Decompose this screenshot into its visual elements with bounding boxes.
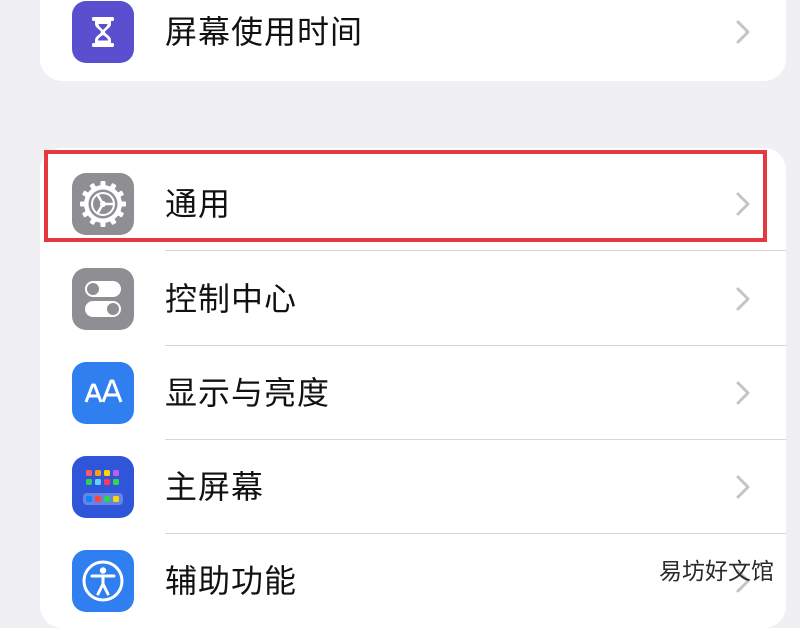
settings-row-home-screen[interactable]: 主屏幕 (40, 440, 786, 534)
text-size-icon (72, 362, 134, 424)
settings-row-label: 主屏幕 (165, 468, 265, 506)
highlight-box (44, 150, 767, 242)
watermark-text: 易坊好文馆 (659, 559, 774, 585)
settings-row-label: 显示与亮度 (165, 374, 331, 412)
chevron-right-icon (736, 475, 750, 499)
settings-row-label: 辅助功能 (165, 562, 298, 600)
settings-row-screen-time[interactable]: 屏幕使用时间 (40, 0, 786, 79)
settings-row-display-brightness[interactable]: 显示与亮度 (40, 346, 786, 440)
row-divider (165, 250, 786, 251)
toggle-switches-icon (72, 268, 134, 330)
settings-row-label: 控制中心 (165, 280, 298, 318)
settings-row-label: 屏幕使用时间 (165, 13, 364, 51)
home-screen-grid-icon (72, 456, 134, 518)
chevron-right-icon (736, 20, 750, 44)
chevron-right-icon (736, 381, 750, 405)
chevron-right-icon (736, 287, 750, 311)
hourglass-icon (72, 1, 134, 63)
accessibility-icon (72, 550, 134, 612)
settings-group-top: 屏幕使用时间 (40, 0, 786, 81)
settings-row-control-center[interactable]: 控制中心 (40, 252, 786, 346)
